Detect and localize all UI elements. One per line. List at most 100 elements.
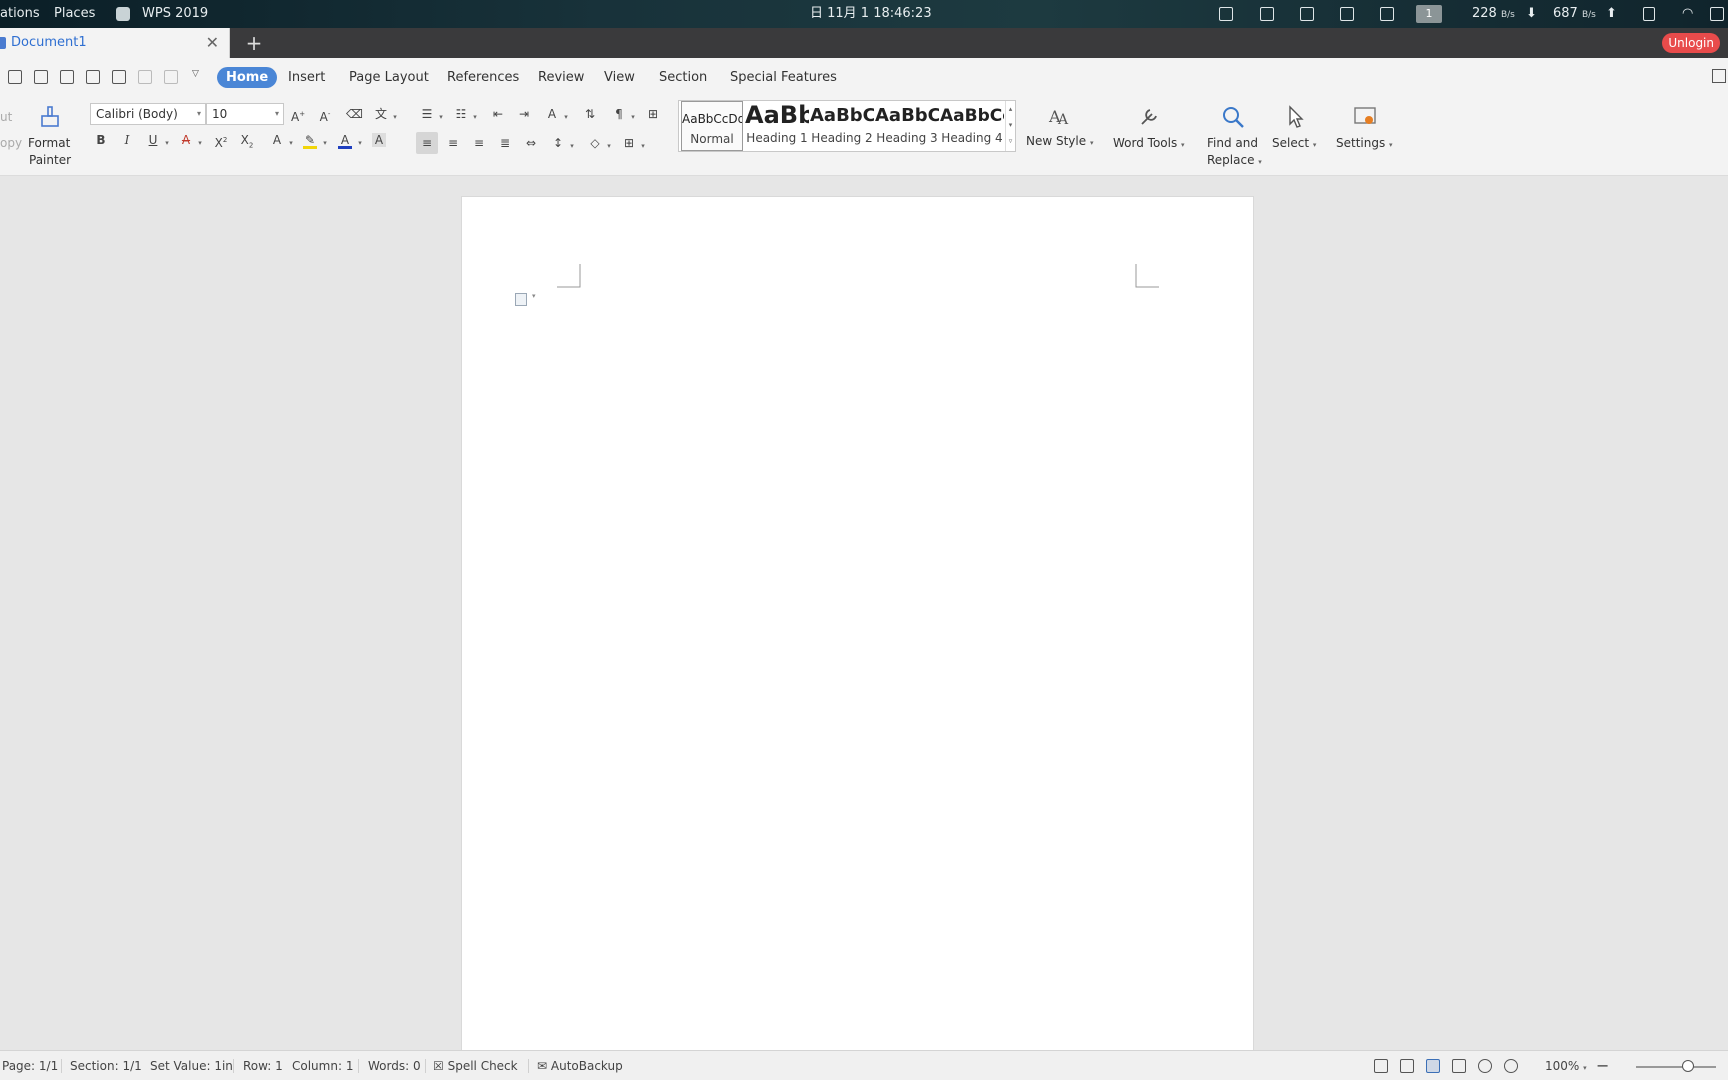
subscript-icon[interactable]: X2 [240,133,254,149]
tab-insert[interactable]: Insert [279,67,334,88]
reader-icon[interactable] [1300,7,1314,21]
tab-special-features[interactable]: Special Features [721,67,846,88]
shrink-font-icon[interactable]: A- [318,107,332,124]
document-tab-title[interactable]: Document1 [11,28,87,58]
chevron-down-icon[interactable]: ▾ [1006,117,1015,133]
document-workspace[interactable]: ▾ [0,177,1728,1056]
italic-icon[interactable]: I [120,133,134,147]
close-icon[interactable]: ✕ [206,28,219,58]
style-heading-3[interactable]: AaBbC Heading 3 [875,101,939,151]
zoom-slider-track[interactable] [1636,1066,1716,1068]
chevron-down-icon[interactable]: ▾ [160,134,174,148]
chevron-down-icon[interactable]: ▾ [565,137,579,151]
zoom-level-dropdown[interactable]: 100% ▾ [1545,1051,1587,1080]
more-styles-icon[interactable]: ▿ [1006,133,1015,149]
tab-review[interactable]: Review [529,67,593,88]
active-app-label[interactable]: WPS 2019 [142,0,208,28]
grow-font-icon[interactable]: A+ [291,107,305,124]
underline-icon[interactable]: U [146,133,160,147]
format-painter-small-icon[interactable] [60,70,74,84]
spell-check-button[interactable]: ☒ Spell Check [433,1051,518,1080]
tab-view[interactable]: View [595,67,644,88]
clear-format-icon[interactable]: ⌫ [346,107,363,121]
document-tab[interactable]: Document1 ✕ [0,28,230,58]
style-heading-2[interactable]: AaBbC Heading 2 [810,101,874,151]
web-view-icon[interactable] [1478,1059,1492,1073]
shading-icon[interactable]: ◇ [588,136,602,150]
unlogin-button[interactable]: Unlogin [1662,33,1720,53]
superscript-icon[interactable]: X2 [214,133,228,150]
places-menu[interactable]: Places [54,0,95,28]
paste-options-icon[interactable] [515,293,527,306]
font-name-select[interactable]: Calibri (Body) ▾ [90,103,206,125]
full-screen-icon[interactable] [1374,1059,1388,1073]
style-heading-1[interactable]: AaBb Heading 1 [745,101,809,151]
chevron-down-icon[interactable]: ▾ [318,134,332,148]
customize-toolbar-icon[interactable]: ▽ [192,69,199,79]
print-icon[interactable] [86,70,100,84]
distributed-icon[interactable]: ⇔ [524,136,538,150]
phonetic-guide-icon[interactable]: 文 [374,107,388,121]
style-gallery-scroll[interactable]: ▴ ▾ ▿ [1005,101,1015,151]
status-page[interactable]: Page: 1/1 [2,1051,58,1080]
eye-protection-icon[interactable] [1504,1059,1518,1073]
align-center-icon[interactable]: ≡ [446,136,460,150]
style-heading-4[interactable]: AaBbCc Heading 4 [940,101,1004,151]
style-normal[interactable]: AaBbCcDd Normal [681,101,743,151]
page-view-icon[interactable] [1426,1059,1440,1073]
reading-view-icon[interactable] [1400,1059,1414,1073]
justify-icon[interactable]: ≣ [498,136,512,150]
font-size-select[interactable]: 10 ▾ [206,103,284,125]
table-grid-icon[interactable]: ⊞ [646,107,660,121]
tab-section[interactable]: Section [650,67,716,88]
status-set-value[interactable]: Set Value: 1in [150,1051,233,1080]
wifi-icon[interactable]: ◠ [1682,0,1693,28]
chevron-down-icon[interactable]: ▾ [602,137,616,151]
sort-icon[interactable]: ⇅ [583,107,597,121]
status-words[interactable]: Words: 0 [368,1051,421,1080]
increase-indent-icon[interactable]: ⇥ [517,107,531,121]
text-direction-icon[interactable]: A [545,107,559,121]
outline-view-icon[interactable] [1452,1059,1466,1073]
chevron-up-icon[interactable]: ▴ [1006,101,1015,117]
numbered-list-icon[interactable]: ☷ [454,107,468,121]
applications-menu[interactable]: ations [0,0,40,28]
borders-icon[interactable]: ⊞ [622,136,636,150]
print-preview-icon[interactable] [112,70,126,84]
document-page[interactable]: ▾ [461,196,1254,1056]
chevron-down-icon[interactable]: ▾ [559,108,573,122]
screenshot-icon[interactable] [1219,7,1233,21]
tab-home[interactable]: Home [217,67,278,88]
chevron-down-icon[interactable]: ▾ [353,134,367,148]
save-icon[interactable] [34,70,48,84]
tab-page-layout[interactable]: Page Layout [340,67,438,88]
text-effect-icon[interactable]: A [270,133,284,147]
chevron-down-icon[interactable]: ▾ [434,108,448,122]
status-section[interactable]: Section: 1/1 [70,1051,142,1080]
app-grid-icon[interactable] [1260,7,1274,21]
undo-icon[interactable] [138,70,152,84]
tab-references[interactable]: References [438,67,528,88]
battery-icon[interactable] [1710,7,1724,21]
chevron-down-icon[interactable]: ▾ [284,134,298,148]
chevron-down-icon[interactable]: ▾ [193,134,207,148]
strikethrough-icon[interactable]: A [179,133,193,147]
copy-button[interactable]: opy [0,136,22,150]
clock[interactable]: 日 11月 1 18:46:23 [810,0,932,28]
cut-button[interactable]: ut [0,110,12,124]
highlight-icon[interactable]: ✎ [303,133,317,149]
bullet-list-icon[interactable]: ☰ [420,107,434,121]
font-color-icon[interactable]: A [338,133,352,149]
clipboard-icon[interactable] [1643,7,1655,21]
font-tool-icon[interactable] [1340,7,1354,21]
chevron-down-icon[interactable]: ▾ [468,108,482,122]
bold-icon[interactable]: B [94,133,108,147]
chevron-down-icon[interactable]: ▾ [626,108,640,122]
terminal-icon[interactable] [1380,7,1394,21]
character-shading-icon[interactable]: A [372,133,386,147]
collapse-ribbon-icon[interactable] [1712,69,1726,83]
line-spacing-icon[interactable]: ↕ [551,136,565,150]
workspace-indicator[interactable]: 1 [1416,5,1442,23]
open-folder-icon[interactable] [8,70,22,84]
zoom-out-icon[interactable]: − [1596,1051,1609,1080]
